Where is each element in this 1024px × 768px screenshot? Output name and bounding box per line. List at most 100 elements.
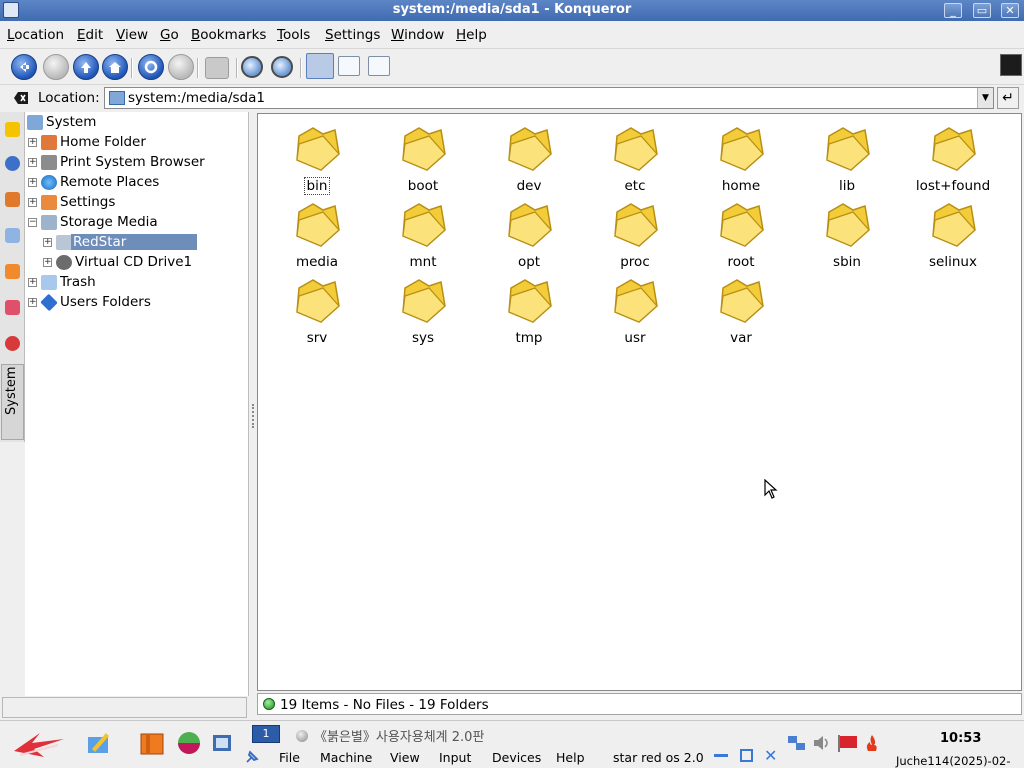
image-preview-icon[interactable]	[368, 56, 390, 76]
location-field[interactable]: ▼	[104, 87, 994, 109]
services-tab[interactable]	[2, 258, 23, 288]
folder-name: usr	[624, 330, 646, 346]
close-vm-icon[interactable]: ✕	[764, 746, 777, 765]
menu-tools[interactable]: Tools	[277, 27, 310, 43]
expand-icon[interactable]: +	[28, 198, 37, 207]
folder-item[interactable]: usr	[585, 274, 685, 346]
folder-icon	[614, 203, 658, 247]
minimize-vm-icon[interactable]	[714, 754, 728, 757]
folder-item[interactable]: etc	[585, 122, 685, 194]
tree-status-field	[2, 697, 247, 718]
menu-window[interactable]: Window	[391, 27, 444, 43]
close-button[interactable]: ✕	[1001, 3, 1019, 18]
expand-icon[interactable]: +	[28, 178, 37, 187]
folder-item[interactable]: mnt	[373, 198, 473, 270]
vm-menu-bar: File Machine View Input Devices Help sta…	[238, 746, 784, 768]
minimize-button[interactable]: _	[944, 3, 962, 18]
menu-view[interactable]: View	[116, 27, 148, 43]
folder-item[interactable]: var	[691, 274, 791, 346]
clear-location-icon[interactable]	[13, 91, 29, 105]
maximize-button[interactable]: ▭	[973, 3, 991, 18]
folder-item[interactable]: home	[691, 122, 791, 194]
vm-menu-help[interactable]: Help	[556, 750, 585, 765]
expand-icon[interactable]: +	[28, 138, 37, 147]
folder-item[interactable]: opt	[479, 198, 579, 270]
desktop-pager[interactable]: 1	[252, 725, 280, 743]
home-folder-icon	[41, 135, 57, 150]
menu-settings[interactable]: Settings	[325, 27, 380, 43]
globe-icon	[41, 175, 57, 190]
menu-location[interactable]: Location	[7, 27, 64, 43]
vm-menu-input[interactable]: Input	[439, 750, 471, 765]
home-tab[interactable]	[2, 186, 23, 216]
expand-icon[interactable]: +	[43, 238, 52, 247]
network-tab[interactable]	[2, 222, 23, 252]
folder-item[interactable]: lib	[797, 122, 897, 194]
menu-go[interactable]: Go	[160, 27, 179, 43]
forward-icon[interactable]	[43, 54, 69, 80]
media-launcher-icon[interactable]	[208, 729, 236, 757]
zoom-out-icon[interactable]	[271, 56, 293, 78]
expand-icon[interactable]: +	[28, 158, 37, 167]
flag-tray-icon[interactable]	[836, 733, 860, 753]
folder-name: proc	[620, 254, 650, 270]
taskbar-entry[interactable]: 《붉은별》사용자용체계 2.0판	[296, 726, 484, 745]
splitter-handle[interactable]	[252, 404, 254, 428]
office-launcher-icon[interactable]	[138, 729, 166, 757]
panel-splitter[interactable]	[250, 112, 257, 718]
print-icon[interactable]	[205, 57, 229, 79]
location-input[interactable]	[128, 89, 973, 107]
vm-menu-file[interactable]: File	[279, 750, 300, 765]
folder-item[interactable]: dev	[479, 122, 579, 194]
network-tray-icon[interactable]	[787, 733, 807, 753]
folder-name: lib	[838, 178, 856, 194]
chevron-down-icon[interactable]: ▼	[977, 88, 993, 108]
folder-item[interactable]: lost+found	[903, 122, 1003, 194]
folder-item[interactable]: root	[691, 198, 791, 270]
pin-icon[interactable]	[244, 749, 260, 765]
zoom-in-icon[interactable]	[241, 56, 263, 78]
folder-item[interactable]: proc	[585, 198, 685, 270]
detail-view-icon[interactable]	[338, 56, 360, 76]
folder-item[interactable]: media	[267, 198, 367, 270]
red-star-menu-icon[interactable]	[10, 729, 68, 757]
trash-icon	[41, 275, 57, 290]
reload-icon[interactable]	[138, 54, 164, 80]
taskbar-entry-label: 《붉은별》사용자용체계 2.0판	[314, 730, 485, 745]
folder-item[interactable]: tmp	[479, 274, 579, 346]
bookmarks-tab[interactable]	[2, 116, 23, 146]
volume-tray-icon[interactable]	[812, 733, 832, 753]
folder-item[interactable]: selinux	[903, 198, 1003, 270]
vm-menu-view[interactable]: View	[390, 750, 420, 765]
go-button[interactable]: ↵	[997, 87, 1019, 109]
menu-bookmarks[interactable]: Bookmarks	[191, 27, 266, 43]
fire-tray-icon[interactable]	[862, 733, 882, 753]
up-icon[interactable]	[73, 54, 99, 80]
tools-tab[interactable]	[2, 294, 23, 324]
folder-item[interactable]: sbin	[797, 198, 897, 270]
menu-edit[interactable]: Edit	[77, 27, 103, 43]
collapse-icon[interactable]: −	[28, 218, 37, 227]
back-icon[interactable]	[11, 54, 37, 80]
history-tab[interactable]	[2, 150, 23, 180]
folder-item[interactable]: bin	[267, 122, 367, 195]
expand-icon[interactable]: +	[43, 258, 52, 267]
system-tab[interactable]: System	[1, 364, 24, 440]
vm-menu-machine[interactable]: Machine	[320, 750, 372, 765]
folder-item[interactable]: boot	[373, 122, 473, 194]
folder-item[interactable]: srv	[267, 274, 367, 346]
vm-menu-devices[interactable]: Devices	[492, 750, 541, 765]
pins-tab[interactable]	[2, 330, 23, 360]
folder-item[interactable]: sys	[373, 274, 473, 346]
expand-icon[interactable]: +	[28, 278, 37, 287]
clock[interactable]: 10:53	[940, 731, 981, 746]
expand-icon[interactable]: +	[28, 298, 37, 307]
editor-launcher-icon[interactable]	[84, 729, 112, 757]
icon-view-icon[interactable]	[306, 53, 334, 79]
restore-vm-icon[interactable]	[740, 749, 753, 762]
home-icon[interactable]	[102, 54, 128, 80]
stop-icon[interactable]	[168, 54, 194, 80]
menu-help[interactable]: Help	[456, 27, 487, 43]
browser-launcher-icon[interactable]	[175, 729, 203, 757]
system-icon	[27, 115, 43, 130]
